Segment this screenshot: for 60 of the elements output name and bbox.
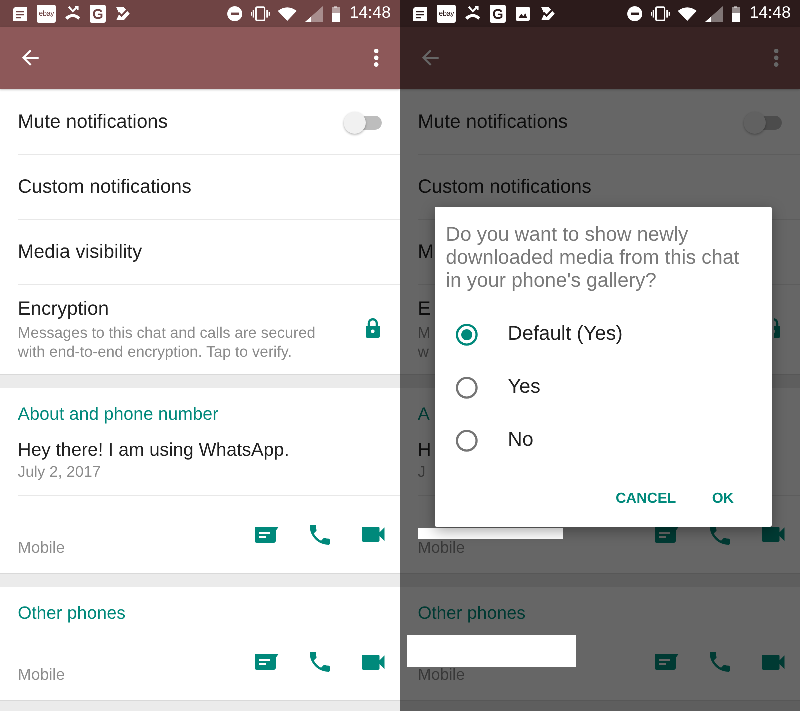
check-tag-icon [540,6,556,22]
radio-option[interactable]: Default (Yes) [446,308,623,361]
vibrate-icon [650,6,670,22]
news-icon [412,6,428,22]
section-heading: Other phones [18,602,126,624]
app-notification-icon: G [90,4,106,22]
section-heading: About and phone number [18,403,219,425]
setting-label: Custom notifications [418,176,592,198]
setting-label: M [418,242,434,264]
lock-icon [774,318,781,338]
encryption-description: Messages to this chat and calls are secured with end-to-end encryption. Tap to verify. [18,324,316,362]
check-tag-icon [115,6,132,22]
setting-label: E [418,299,431,321]
missed-call-icon [65,6,82,22]
toggle-switch[interactable] [744,112,782,134]
radio-button-icon[interactable] [456,376,478,398]
setting-label: Media visibility [18,242,142,264]
phone-type-label: Mobile [18,666,66,686]
video-camera-icon[interactable] [762,654,785,670]
wifi-icon [678,6,697,22]
radio-button-icon[interactable] [456,430,478,452]
more-options-icon[interactable] [374,49,379,67]
do-not-disturb-icon [226,6,243,22]
signal-icon [704,6,724,22]
battery-icon [332,6,340,22]
video-camera-icon[interactable] [362,654,385,670]
setting-label: Mute notifications [418,112,568,134]
video-camera-icon[interactable] [762,527,785,542]
radio-option[interactable]: Yes [446,361,541,414]
video-camera-icon[interactable] [362,527,385,542]
signal-icon [304,6,324,22]
missed-call-icon [465,6,482,22]
section-heading: Other phones [418,602,526,624]
dialog-button[interactable]: OK [704,485,742,513]
phone-type-label: Mobile [18,539,66,559]
clock-time: 14:48 [750,4,791,23]
setting-label: Custom notifications [18,176,192,198]
image-icon [515,6,532,22]
setting-label: Mute notifications [18,112,168,134]
wifi-icon [278,6,297,22]
message-icon[interactable] [655,526,679,542]
battery-icon [732,6,740,22]
about-status-text: H [418,438,432,462]
vibrate-icon [250,6,270,22]
clock-time: 14:48 [350,4,391,23]
more-options-icon[interactable] [774,49,779,67]
section-heading: A [418,403,430,425]
dialog-button[interactable]: CANCEL [608,485,684,513]
setting-label: Encryption [18,299,110,321]
about-status-text: Hey there! I am using WhatsApp. [18,438,290,462]
toggle-switch[interactable] [344,112,382,134]
back-icon[interactable] [422,49,440,67]
news-icon [12,6,28,22]
dialog-message: Do you want to show newly downloaded media from this chat in your phone's gallery? [446,224,740,293]
app-notification-icon: G [490,4,506,22]
lock-icon [365,318,381,338]
do-not-disturb-icon [626,6,643,22]
about-date: July 2, 2017 [18,463,101,483]
radio-option[interactable]: No [446,414,534,467]
radio-button-icon[interactable] [456,324,478,346]
